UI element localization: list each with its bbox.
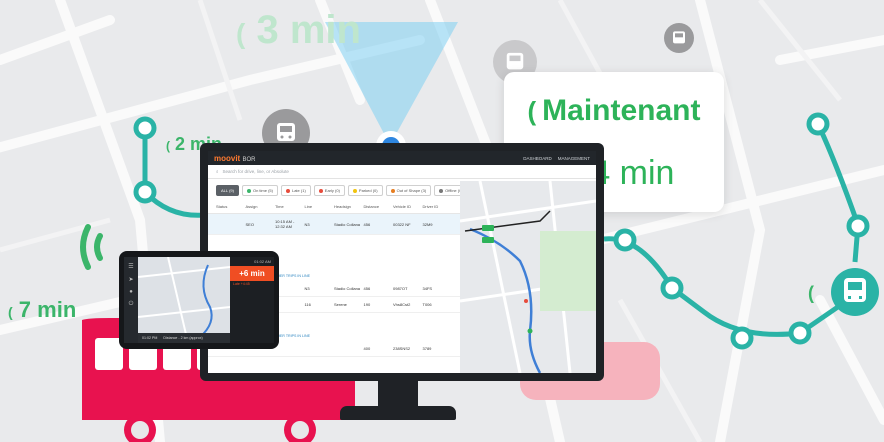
filter-label: Late (1) <box>291 188 306 193</box>
route-stop <box>806 112 830 136</box>
column-header[interactable]: Distance <box>364 204 394 209</box>
eta-text: 3 min <box>256 8 361 52</box>
filter-label: ALL (9) <box>221 188 234 193</box>
route-map[interactable] <box>459 180 596 373</box>
column-header[interactable]: Time <box>275 204 305 209</box>
power-icon[interactable]: ⏻ <box>124 301 138 308</box>
search-input[interactable]: ⌕ Search for drive, line, or Absolute <box>208 165 596 179</box>
status-dot <box>318 188 323 193</box>
route-stop <box>730 326 754 350</box>
filter-label: On time (5) <box>252 188 273 193</box>
status-time: 01:02 PM <box>142 336 158 340</box>
filter-label: Out of Shape (3) <box>396 188 427 193</box>
bus-stop-icon <box>664 23 694 53</box>
tablet-sidebar: ☰ ➤ ● ⏻ <box>124 257 138 343</box>
table-header: Status Assign Time Line Headsign Distance Vehi… <box>208 200 460 214</box>
dashboard-topbar: moovit BOR DASHBOARD MANAGEMENT <box>208 151 596 165</box>
late-badge: +6 min <box>230 266 274 281</box>
filter-chip[interactable]: Late (1) <box>280 185 311 196</box>
status-dot <box>390 188 395 193</box>
monitor-base <box>340 406 456 420</box>
status-info: Distance - 2 km (approx) <box>163 336 203 340</box>
nav-dashboard[interactable]: DASHBOARD <box>523 156 552 161</box>
column-header[interactable]: Line <box>305 204 335 209</box>
user-icon[interactable]: ● <box>124 289 138 295</box>
table-cell: 238SNS2 <box>393 346 411 351</box>
top-nav: DASHBOARD MANAGEMENT <box>523 156 590 161</box>
table-cell: 116 <box>304 302 311 307</box>
menu-icon[interactable]: ☰ <box>124 263 138 270</box>
table-cell: T006 <box>422 302 432 307</box>
signal-icon: ( <box>8 304 13 320</box>
table-cell: 400 <box>363 346 371 351</box>
signal-icon <box>80 224 103 270</box>
search-placeholder: Search for drive, line, or Absolute <box>222 169 289 174</box>
status-dot <box>285 188 290 193</box>
tablet-clock: 01:02 AM <box>254 259 271 264</box>
table-cell: 456 <box>363 286 371 291</box>
arrival-status: ( Maintenant <box>504 94 724 128</box>
filter-chip[interactable]: ALL (9) <box>216 185 239 196</box>
table-cell: 00322 NF <box>393 221 411 227</box>
signal-icon: ( <box>808 283 814 303</box>
route-stop <box>846 214 870 238</box>
filter-label: Parked (0) <box>358 188 378 193</box>
column-header[interactable]: Vehicle ID <box>393 204 423 209</box>
search-icon: ⌕ <box>216 169 219 174</box>
signal-icon: ( <box>166 139 170 153</box>
table-cell: N3 <box>304 221 310 227</box>
table-cell: 190 <box>363 302 371 307</box>
route-stop <box>660 276 684 300</box>
arrival-status-text: Maintenant <box>542 94 701 127</box>
table-cell: 32M9 <box>422 221 433 227</box>
filter-chip[interactable]: Early (0) <box>313 185 345 196</box>
route-stop <box>613 228 637 252</box>
table-cell: 34FS <box>422 286 433 291</box>
navigation-icon[interactable]: ➤ <box>124 276 138 283</box>
route-stop <box>133 180 157 204</box>
table-cell: Vhs8Cst2 <box>393 302 411 307</box>
driver-tablet: ☰ ➤ ● ⏻ 01:02 AM +6 min Late +4:45 01:02… <box>119 251 279 349</box>
filter-chip[interactable]: Out of Shape (3) <box>385 185 432 196</box>
table-row[interactable]: SEO 10:15 AM - 12:32 AM N3 Stadio Collana 45… <box>208 214 460 235</box>
brand-logo: moovit BOR <box>214 153 256 163</box>
nav-management[interactable]: MANAGEMENT <box>558 156 590 161</box>
bus-icon <box>506 52 524 70</box>
trip-panel: 01:02 AM +6 min Late +4:45 <box>230 257 274 343</box>
table-cell: 3789 <box>422 346 432 351</box>
filter-label: Early (0) <box>324 188 340 193</box>
signal-icon: ( <box>527 95 537 126</box>
eta-text: 7 min <box>18 297 77 322</box>
table-cell: 0987OT <box>393 286 408 291</box>
table-cell: 10:15 AM - 12:32 AM <box>275 219 295 229</box>
filter-chip[interactable]: On time (5) <box>241 185 278 196</box>
table-cell: Stadio Collana <box>334 221 361 227</box>
eta-label-faded: ( 3 min <box>236 8 361 53</box>
tablet-map[interactable] <box>138 257 230 343</box>
table-cell: N3 <box>304 286 310 291</box>
tablet-screen: ☰ ➤ ● ⏻ 01:02 AM +6 min Late +4:45 01:02… <box>124 257 274 343</box>
column-header[interactable]: Assign <box>246 204 276 209</box>
filter-chip[interactable]: Parked (0) <box>347 185 383 196</box>
column-header[interactable]: Driver ID <box>423 204 453 209</box>
eta-label: ( 7 min <box>8 297 76 323</box>
table-cell: SEO <box>245 221 254 227</box>
late-info: Late +4:45 <box>233 282 250 286</box>
route-stop <box>788 321 812 345</box>
bus-icon <box>673 31 685 44</box>
table-cell: Serene <box>334 302 347 307</box>
bus-icon <box>277 123 295 141</box>
table-cell: Stadio Collana <box>334 286 361 291</box>
tablet-status-bar: 01:02 PM Distance - 2 km (approx) <box>138 333 230 343</box>
status-dot <box>246 188 251 193</box>
status-dot <box>352 188 357 193</box>
status-dot <box>439 188 444 193</box>
column-header[interactable]: Status <box>216 204 246 209</box>
signal-icon: ( <box>236 18 246 49</box>
table-cell: 456 <box>363 221 371 227</box>
route-stop <box>133 116 157 140</box>
column-header[interactable]: Headsign <box>334 204 364 209</box>
